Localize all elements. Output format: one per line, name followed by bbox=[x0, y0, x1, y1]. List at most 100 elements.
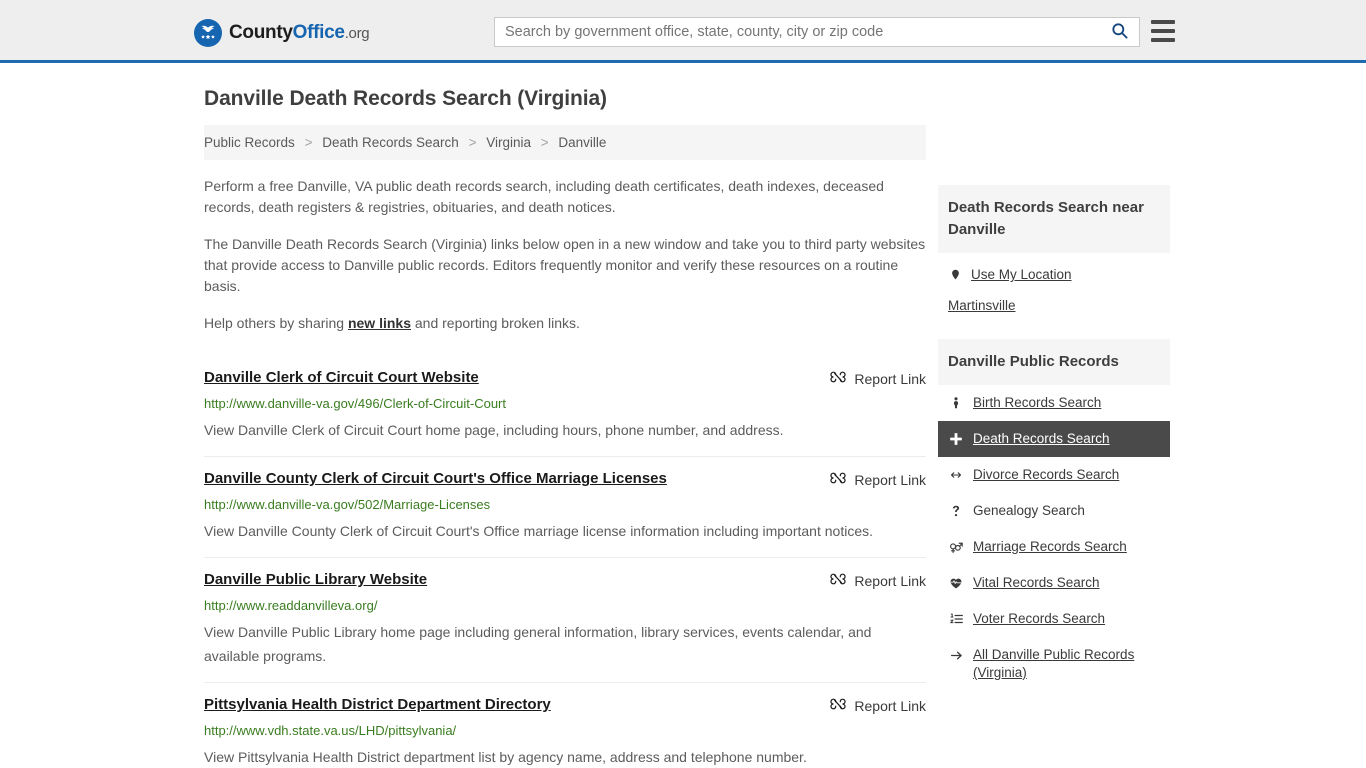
report-link-button[interactable]: Report Link bbox=[830, 570, 926, 590]
question-mark-icon bbox=[948, 502, 964, 520]
intro-paragraph-3: Help others by sharing new links and rep… bbox=[204, 313, 926, 334]
plus-cross-icon bbox=[948, 430, 964, 448]
result-item: Danville Clerk of Circuit Court Website … bbox=[204, 354, 926, 457]
site-logo[interactable]: CountyOffice.org bbox=[194, 19, 370, 47]
heartbeat-icon bbox=[948, 574, 964, 592]
breadcrumb-item-virginia[interactable]: Virginia bbox=[486, 135, 531, 150]
sidebar-near-list: Use My Location Martinsville bbox=[938, 253, 1170, 325]
sidebar-near-title: Death Records Search near Danville bbox=[938, 185, 1170, 253]
sidebar-item-birth-records-search[interactable]: Birth Records Search bbox=[938, 385, 1170, 421]
intro-text: Perform a free Danville, VA public death… bbox=[204, 176, 926, 334]
sidebar-item-all-danville-public-records[interactable]: All Danville Public Records (Virginia) bbox=[938, 637, 1170, 691]
result-url-link[interactable]: http://www.danville-va.gov/496/Clerk-of-… bbox=[204, 395, 926, 412]
search-bar[interactable] bbox=[494, 17, 1140, 47]
sidebar-near-box: Death Records Search near Danville Use M… bbox=[938, 185, 1170, 325]
page-title: Danville Death Records Search (Virginia) bbox=[204, 87, 607, 110]
broken-link-icon bbox=[830, 369, 847, 388]
map-pin-icon bbox=[948, 267, 962, 282]
intro-p3-before: Help others by sharing bbox=[204, 315, 348, 331]
breadcrumb-separator: > bbox=[540, 135, 549, 150]
report-link-button[interactable]: Report Link bbox=[830, 469, 926, 489]
result-url-link[interactable]: http://www.readdanvilleva.org/ bbox=[204, 597, 926, 614]
result-description: View Danville Clerk of Circuit Court hom… bbox=[204, 422, 784, 438]
sidebar-item-voter-records-search[interactable]: Voter Records Search bbox=[938, 601, 1170, 637]
site-header: CountyOffice.org bbox=[0, 0, 1366, 63]
result-header: Danville County Clerk of Circuit Court's… bbox=[204, 469, 926, 489]
result-url-link[interactable]: http://www.vdh.state.va.us/LHD/pittsylva… bbox=[204, 722, 926, 739]
broken-link-icon bbox=[830, 470, 847, 489]
result-title-link[interactable]: Danville Public Library Website bbox=[204, 570, 427, 590]
broken-link-icon bbox=[830, 696, 847, 715]
broken-link-icon bbox=[830, 571, 847, 590]
result-item: Pittsylvania Health District Department … bbox=[204, 683, 926, 768]
sidebar-item-label: All Danville Public Records (Virginia) bbox=[973, 647, 1135, 680]
hamburger-menu-icon[interactable] bbox=[1151, 20, 1175, 42]
result-title-link[interactable]: Pittsylvania Health District Department … bbox=[204, 695, 551, 715]
sidebar-item-label: Marriage Records Search bbox=[973, 539, 1127, 554]
breadcrumb-item-death-records-search[interactable]: Death Records Search bbox=[322, 135, 459, 150]
sidebar-public-records-list: Birth Records Search Death Records Searc… bbox=[938, 385, 1170, 691]
report-link-button[interactable]: Report Link bbox=[830, 695, 926, 715]
new-links-link[interactable]: new links bbox=[348, 315, 411, 331]
report-link-label: Report Link bbox=[854, 572, 926, 589]
search-button[interactable] bbox=[1099, 18, 1139, 46]
sidebar-item-divorce-records-search[interactable]: Divorce Records Search bbox=[938, 457, 1170, 493]
result-header: Danville Public Library Website Report L… bbox=[204, 570, 926, 590]
venus-mars-icon bbox=[948, 538, 964, 556]
result-description: View Danville Public Library home page i… bbox=[204, 624, 872, 664]
results-list: Danville Clerk of Circuit Court Website … bbox=[204, 354, 926, 768]
sidebar-near-label: Use My Location bbox=[971, 267, 1072, 282]
breadcrumb-item-danville[interactable]: Danville bbox=[558, 135, 606, 150]
search-icon bbox=[1110, 21, 1129, 43]
baby-icon bbox=[948, 394, 964, 412]
logo-text-office: Office bbox=[292, 22, 345, 43]
report-link-button[interactable]: Report Link bbox=[830, 368, 926, 388]
sidebar-item-label: Genealogy Search bbox=[973, 503, 1085, 518]
sidebar-item-genealogy-search[interactable]: Genealogy Search bbox=[938, 493, 1170, 529]
report-link-label: Report Link bbox=[854, 370, 926, 387]
result-header: Danville Clerk of Circuit Court Website … bbox=[204, 368, 926, 388]
sidebar-public-records-title: Danville Public Records bbox=[938, 339, 1170, 385]
intro-p3-after: and reporting broken links. bbox=[411, 315, 580, 331]
hamburger-bar-2 bbox=[1151, 29, 1175, 33]
result-title-link[interactable]: Danville County Clerk of Circuit Court's… bbox=[204, 469, 667, 489]
result-item: Danville Public Library Website Report L… bbox=[204, 558, 926, 683]
breadcrumb-separator: > bbox=[304, 135, 313, 150]
intro-paragraph-2: The Danville Death Records Search (Virgi… bbox=[204, 236, 926, 294]
sidebar-item-vital-records-search[interactable]: Vital Records Search bbox=[938, 565, 1170, 601]
result-item: Danville County Clerk of Circuit Court's… bbox=[204, 457, 926, 558]
arrows-split-icon bbox=[948, 466, 964, 484]
arrow-right-icon bbox=[948, 646, 964, 664]
logo-text-org: .org bbox=[344, 25, 370, 42]
ordered-list-icon bbox=[948, 610, 964, 628]
report-link-label: Report Link bbox=[854, 697, 926, 714]
eagle-stars-logo-icon bbox=[194, 19, 222, 47]
report-link-label: Report Link bbox=[854, 471, 926, 488]
sidebar-item-label: Birth Records Search bbox=[973, 395, 1102, 410]
result-header: Pittsylvania Health District Department … bbox=[204, 695, 926, 715]
breadcrumb-separator: > bbox=[468, 135, 477, 150]
sidebar-near-label: Martinsville bbox=[948, 298, 1016, 313]
sidebar-item-death-records-search[interactable]: Death Records Search bbox=[938, 421, 1170, 457]
result-url-link[interactable]: http://www.danville-va.gov/502/Marriage-… bbox=[204, 496, 926, 513]
result-description: View Pittsylvania Health District depart… bbox=[204, 749, 807, 765]
breadcrumb-item-public-records[interactable]: Public Records bbox=[204, 135, 295, 150]
search-input[interactable] bbox=[495, 18, 1099, 46]
main-content: Danville Death Records Search (Virginia)… bbox=[204, 87, 926, 768]
hamburger-bar-1 bbox=[1151, 20, 1175, 24]
result-description: View Danville County Clerk of Circuit Co… bbox=[204, 523, 873, 539]
intro-paragraph-1: Perform a free Danville, VA public death… bbox=[204, 178, 884, 215]
breadcrumb: Public Records > Death Records Search > … bbox=[204, 125, 926, 160]
sidebar-public-records-box: Danville Public Records Birth Records Se… bbox=[938, 339, 1170, 691]
result-title-link[interactable]: Danville Clerk of Circuit Court Website bbox=[204, 368, 479, 388]
sidebar: Death Records Search near Danville Use M… bbox=[938, 185, 1170, 705]
sidebar-item-label: Death Records Search bbox=[973, 431, 1110, 446]
sidebar-item-martinsville[interactable]: Martinsville bbox=[938, 290, 1170, 321]
sidebar-item-label: Divorce Records Search bbox=[973, 467, 1120, 482]
sidebar-item-use-my-location[interactable]: Use My Location bbox=[938, 259, 1170, 290]
logo-text-county: County bbox=[229, 22, 293, 43]
sidebar-item-label: Voter Records Search bbox=[973, 611, 1106, 626]
logo-wordmark: CountyOffice.org bbox=[229, 22, 370, 44]
sidebar-item-label: Vital Records Search bbox=[973, 575, 1100, 590]
sidebar-item-marriage-records-search[interactable]: Marriage Records Search bbox=[938, 529, 1170, 565]
